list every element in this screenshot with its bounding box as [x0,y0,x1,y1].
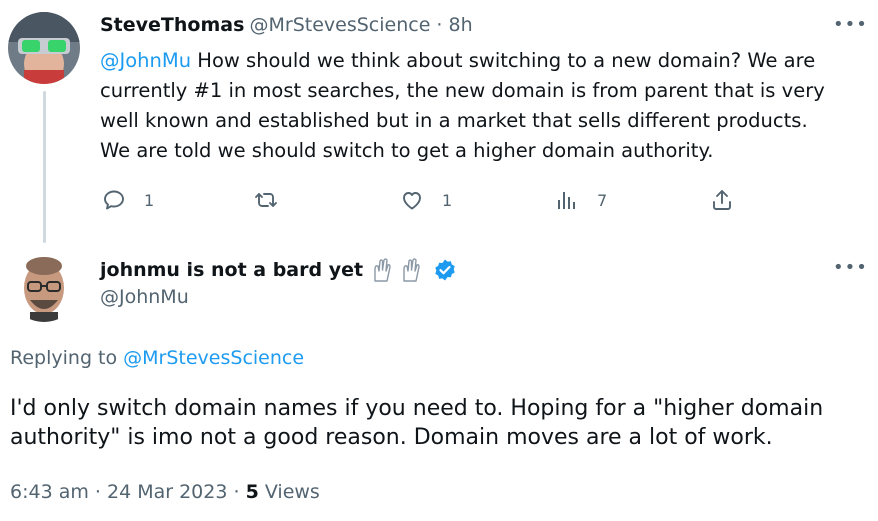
share-icon [713,190,731,210]
tweet-text: @JohnMu How should we think about switch… [100,46,870,166]
replying-to-link[interactable]: @MrStevesScience [123,347,304,369]
replying-to: Replying to @MrStevesScience [10,347,304,369]
reply-count: 1 [144,190,155,210]
avatar-johnmu[interactable] [8,250,80,322]
user-handle[interactable]: @MrStevesScience [250,14,431,36]
retweet-icon [255,193,277,207]
reply-icon [104,190,124,210]
avatar-stevethomas-image [8,12,80,84]
thread-line [43,91,46,243]
tweet-text-line: well known and established but in a mark… [100,109,808,132]
tweet-text-line: We are told we should switch to get a hi… [100,139,714,162]
timestamp-link[interactable]: 6:43 am · 24 Mar 2023 · [10,481,246,503]
share-button[interactable] [710,186,734,214]
more-icon: ••• [833,14,868,35]
replying-to-label: Replying to [10,347,124,369]
tweet-header: SteveThomas @MrStevesScience · 8h [100,14,473,36]
more-options-button[interactable]: ••• [833,14,868,35]
separator-dot: · [430,14,449,36]
views-icon [558,192,575,209]
tweet-text-line: How should we think about switching to a… [191,49,816,72]
reply-user-handle[interactable]: @JohnMu [100,286,189,308]
reply-display-name[interactable]: johnmu is not a bard yet [100,259,363,281]
reply-text: I'd only switch domain names if you need… [10,394,823,452]
views-label: Views [258,481,320,503]
tweet-meta: 6:43 am · 24 Mar 2023 · 5 Views [10,481,320,503]
display-name[interactable]: SteveThomas [100,14,244,36]
tweet-text-line: currently #1 in most searches, the new d… [100,79,825,102]
views-button[interactable]: 7 [555,186,607,214]
retweet-button[interactable] [254,186,296,214]
views-count: 7 [597,190,608,210]
reply-text-line: authority" is imo not a good reason. Dom… [10,425,773,450]
clapping-hands-icon [371,257,429,283]
time-ago[interactable]: 8h [449,14,473,36]
like-count: 1 [442,190,453,210]
reply-button[interactable]: 1 [102,186,154,214]
mention-link[interactable]: @JohnMu [100,49,191,72]
avatar-stevethomas[interactable] [8,12,80,84]
avatar-johnmu-image [8,250,80,322]
reply-more-options-button[interactable]: ••• [833,257,868,278]
reply-header: johnmu is not a bard yet [100,257,457,283]
views-number: 5 [245,481,259,503]
more-icon: ••• [833,257,868,278]
like-button[interactable]: 1 [400,186,452,214]
verified-badge-icon[interactable] [433,258,457,282]
like-icon [403,192,421,210]
reply-text-line: I'd only switch domain names if you need… [10,396,824,421]
